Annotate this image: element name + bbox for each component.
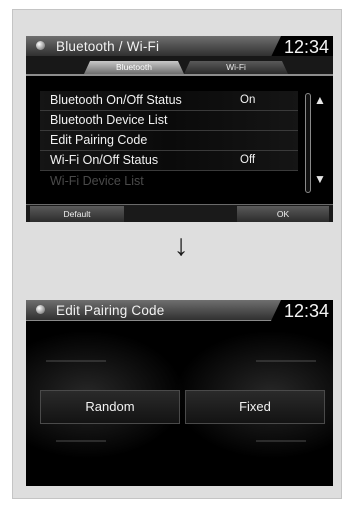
tab-bluetooth[interactable]: Bluetooth [84, 61, 184, 74]
list-item-wifi-status[interactable]: Wi-Fi On/Off Status Off [40, 151, 298, 171]
list-item-value: On [240, 94, 256, 106]
list-item-label: Bluetooth On/Off Status [50, 93, 182, 107]
random-button[interactable]: Random [40, 390, 180, 424]
bluetooth-wifi-screen: Bluetooth / Wi-Fi 12:34 Bluetooth Wi-Fi … [26, 36, 333, 222]
list-item-label: Wi-Fi Device List [50, 174, 144, 188]
tab-wifi[interactable]: Wi-Fi [184, 61, 288, 74]
tab-divider [26, 74, 333, 76]
down-arrow-icon: ↓ [173, 229, 189, 262]
background-streak [256, 440, 306, 442]
default-button[interactable]: Default [30, 206, 124, 222]
list-item-value: Off [240, 154, 256, 166]
edit-pairing-code-screen: Edit Pairing Code 12:34 Random Fixed [26, 300, 333, 486]
screen-title: Edit Pairing Code [56, 303, 165, 318]
screen-title: Bluetooth / Wi-Fi [56, 39, 160, 54]
list-item-label: Wi-Fi On/Off Status [50, 153, 159, 167]
clock: 12:34 [283, 301, 329, 321]
settings-dot-icon [36, 305, 45, 314]
clock-tab: 12:34 [270, 300, 333, 323]
ok-button[interactable]: OK [237, 206, 329, 222]
double-chevron-down-icon[interactable]: ▼︎ [313, 172, 327, 186]
clock: 12:34 [283, 37, 329, 57]
background-streak [46, 360, 106, 362]
list-item-label: Edit Pairing Code [50, 133, 148, 147]
list-item-bluetooth-device-list[interactable]: Bluetooth Device List [40, 111, 298, 131]
background-streak [56, 440, 106, 442]
list-item-edit-pairing-code[interactable]: Edit Pairing Code [40, 131, 298, 151]
settings-dot-icon [36, 41, 45, 50]
double-chevron-up-icon[interactable]: ▲︎ [313, 93, 327, 107]
list-item-wifi-device-list: Wi-Fi Device List [40, 172, 298, 191]
fixed-button[interactable]: Fixed [185, 390, 325, 424]
list-item-label: Bluetooth Device List [50, 113, 168, 127]
list-item-bluetooth-status[interactable]: Bluetooth On/Off Status On [40, 91, 298, 111]
scrollbar[interactable] [305, 93, 311, 193]
background-streak [256, 360, 316, 362]
